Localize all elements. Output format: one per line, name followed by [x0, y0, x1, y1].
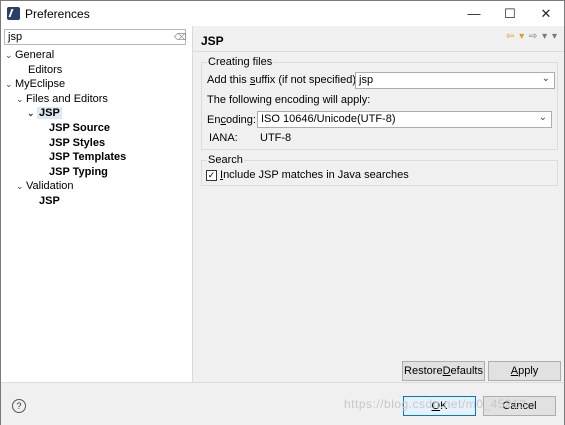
iana-value: UTF-8 — [260, 132, 292, 144]
tree-item-general[interactable]: ⌄ General — [5, 48, 54, 63]
chevron-down-icon[interactable]: ⌄ — [16, 92, 26, 107]
chevron-down-icon[interactable]: ⌄ — [27, 106, 37, 121]
apply-button[interactable]: Apply — [488, 361, 561, 381]
tree-item-label: JSP Source — [49, 122, 110, 134]
tree-item-label: Editors — [28, 64, 63, 76]
forward-icon[interactable]: ⇨ ▾ — [529, 31, 548, 42]
suffix-label-text: uffix (if not specified): — [255, 74, 360, 86]
filter-input-value: jsp — [8, 31, 23, 43]
tree-item-label: JSP — [37, 107, 62, 119]
app-icon — [7, 7, 20, 20]
chevron-down-icon[interactable]: ⌄ — [542, 73, 550, 84]
tree-item-validation-jsp[interactable]: JSP — [39, 194, 60, 209]
include-jsp-label[interactable]: Include JSP matches in Java searches — [220, 169, 409, 181]
tree-item-label: JSP Typing — [49, 166, 108, 178]
restore-defaults-mnemonic: D — [442, 365, 451, 377]
chevron-down-icon[interactable]: ⌄ — [539, 112, 547, 123]
tree-item-files-and-editors[interactable]: ⌄ Files and Editors — [16, 92, 108, 107]
preferences-window: Preferences — ☐ ✕ jsp ⌫ ⌄ General Editors… — [0, 0, 565, 425]
search-group-label: Search — [207, 154, 244, 166]
creating-files-label: Creating files — [207, 56, 274, 68]
tree-item-label: Validation — [26, 180, 74, 192]
restore-defaults-text: efaults — [450, 365, 483, 377]
back-icon[interactable]: ⇦ ▾ — [506, 31, 525, 42]
encoding-label: Encoding: — [207, 114, 256, 126]
tree-item-label: JSP — [39, 195, 60, 207]
apply-text: pply — [518, 365, 539, 377]
filter-input[interactable]: jsp ⌫ — [4, 29, 187, 45]
suffix-combo-value: jsp — [359, 74, 374, 86]
chevron-down-icon[interactable]: ⌄ — [5, 77, 15, 92]
view-menu-icon[interactable]: ▾ — [552, 31, 558, 42]
suffix-label: Add this suffix (if not specified): — [207, 74, 359, 86]
chevron-down-icon[interactable]: ⌄ — [16, 179, 26, 194]
window-title: Preferences — [25, 7, 90, 21]
tree-item-label: MyEclipse — [15, 78, 66, 90]
encoding-note: The following encoding will apply: — [207, 94, 371, 106]
tree-item-label: General — [15, 49, 55, 61]
tree-item-jsp-typing[interactable]: JSP Typing — [49, 165, 108, 180]
restore-defaults-button[interactable]: Restore Defaults — [402, 361, 485, 381]
page-nav-toolbar: ⇦ ▾ ⇨ ▾ ▾ — [506, 31, 558, 42]
header-divider — [193, 51, 564, 52]
tree-item-editors[interactable]: Editors — [28, 63, 62, 78]
tree-item-validation[interactable]: ⌄ Validation — [16, 179, 74, 194]
encoding-combo[interactable]: ISO 10646/Unicode(UTF-8) ⌄ — [257, 111, 552, 128]
encoding-combo-value: ISO 10646/Unicode(UTF-8) — [261, 113, 396, 125]
tree-item-label: JSP Styles — [49, 137, 106, 149]
suffix-combo[interactable]: jsp ⌄ — [355, 72, 555, 89]
tree-item-jsp-templates[interactable]: JSP Templates — [49, 150, 126, 165]
watermark-text: https://blog.csdn.net/m0_45213 — [344, 397, 527, 411]
tree-item-jsp-selected[interactable]: ⌄ JSP — [27, 106, 62, 121]
tree-item-label: Files and Editors — [26, 93, 108, 105]
clear-filter-icon[interactable]: ⌫ — [174, 32, 187, 42]
maximize-button[interactable]: ☐ — [492, 1, 528, 26]
include-jsp-text: nclude JSP matches in Java searches — [223, 169, 409, 181]
include-jsp-checkbox[interactable]: ✓ — [206, 170, 217, 181]
title-bar: Preferences — ☐ ✕ — [1, 1, 564, 26]
tree-item-myeclipse[interactable]: ⌄ MyEclipse — [5, 77, 65, 92]
encoding-label-text: En — [207, 114, 221, 126]
chevron-down-icon[interactable]: ⌄ — [5, 48, 15, 63]
minimize-button[interactable]: — — [456, 1, 492, 26]
help-icon[interactable]: ? — [12, 399, 26, 413]
close-button[interactable]: ✕ — [528, 1, 564, 26]
restore-defaults-text: Restore — [404, 365, 443, 377]
preference-tree-pane: jsp ⌫ ⌄ General Editors ⌄ MyEclipse ⌄ Files… — [1, 26, 193, 382]
apply-mnemonic: A — [510, 365, 519, 377]
page-title: JSP — [201, 34, 224, 48]
encoding-label-text: oding: — [225, 114, 256, 126]
tree-item-jsp-source[interactable]: JSP Source — [49, 121, 110, 136]
suffix-label-text: Add this — [207, 74, 250, 86]
tree-item-label: JSP Templates — [49, 151, 127, 163]
iana-label: IANA: — [209, 132, 238, 144]
preference-page: JSP ⇦ ▾ ⇨ ▾ ▾ Creating files Add this su… — [193, 26, 564, 382]
tree-item-jsp-styles[interactable]: JSP Styles — [49, 136, 105, 151]
